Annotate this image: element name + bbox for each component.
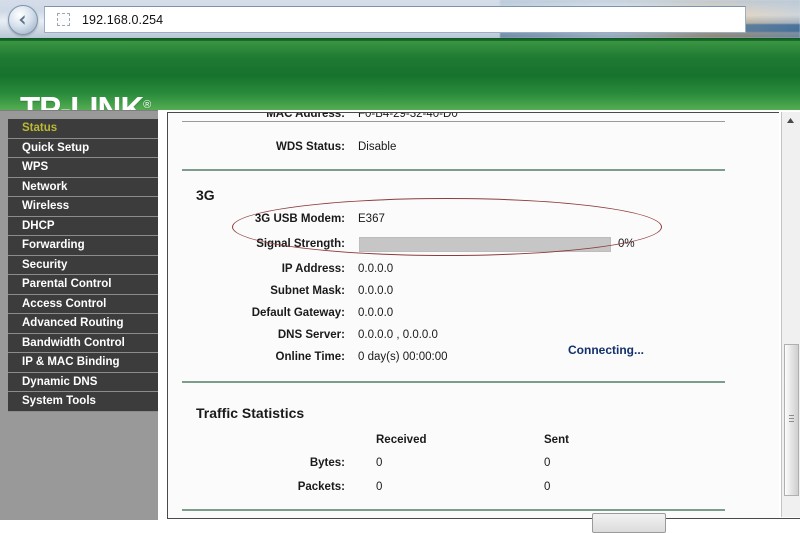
online-time-label: Online Time: bbox=[275, 351, 345, 363]
sidebar-item-forwarding[interactable]: Forwarding bbox=[8, 236, 158, 256]
sidebar-item-wps[interactable]: WPS bbox=[8, 158, 158, 178]
sidebar-item-dhcp[interactable]: DHCP bbox=[8, 216, 158, 236]
tplink-logo: TP-LINK® bbox=[20, 90, 151, 110]
sidebar-item-label: Advanced Routing bbox=[22, 317, 124, 329]
ip-address-label: IP Address: bbox=[281, 263, 345, 275]
section-divider-3g bbox=[182, 169, 725, 171]
wds-status-value: Disable bbox=[358, 141, 397, 153]
browser-chrome: 192.168.0.254 bbox=[0, 0, 800, 38]
row-underline bbox=[182, 121, 725, 122]
traffic-bytes-sent: 0 bbox=[544, 457, 551, 469]
mac-address-label: MAC Address: bbox=[266, 113, 345, 120]
sidebar: Status Quick Setup WPS Network Wireless … bbox=[0, 110, 158, 520]
address-input-text[interactable]: 192.168.0.254 bbox=[82, 13, 163, 27]
sidebar-item-label: System Tools bbox=[22, 395, 96, 407]
traffic-column-received: Received bbox=[376, 434, 427, 446]
sidebar-item-dynamic-dns[interactable]: Dynamic DNS bbox=[8, 372, 158, 392]
sidebar-item-label: Access Control bbox=[22, 297, 107, 310]
dns-server-value: 0.0.0.0 , 0.0.0.0 bbox=[358, 329, 438, 341]
sidebar-item-parental-control[interactable]: Parental Control bbox=[8, 275, 158, 295]
sidebar-item-label: Quick Setup bbox=[22, 141, 90, 154]
address-bar[interactable]: 192.168.0.254 bbox=[44, 6, 746, 33]
online-time-value: 0 day(s) 00:00:00 bbox=[358, 351, 448, 363]
section-title-3g: 3G bbox=[196, 187, 215, 203]
sidebar-item-label: Forwarding bbox=[22, 239, 85, 251]
sidebar-item-label: Network bbox=[22, 180, 68, 193]
section-title-traffic: Traffic Statistics bbox=[196, 405, 305, 421]
traffic-column-sent: Sent bbox=[544, 434, 569, 446]
sidebar-item-access-control[interactable]: Access Control bbox=[8, 294, 158, 314]
refresh-button-partial[interactable] bbox=[592, 513, 666, 533]
registered-trademark-icon: ® bbox=[143, 99, 152, 110]
sidebar-item-label: Parental Control bbox=[22, 278, 112, 290]
sidebar-menu: Status Quick Setup WPS Network Wireless … bbox=[8, 119, 158, 412]
sidebar-item-label: Status bbox=[22, 122, 58, 134]
signal-strength-percent: 0% bbox=[618, 238, 635, 250]
sidebar-item-label: Bandwidth Control bbox=[22, 336, 125, 349]
sidebar-item-advanced-routing[interactable]: Advanced Routing bbox=[8, 314, 158, 334]
sidebar-item-label: Dynamic DNS bbox=[22, 375, 98, 388]
traffic-packets-sent: 0 bbox=[544, 481, 551, 493]
sidebar-item-quick-setup[interactable]: Quick Setup bbox=[8, 138, 158, 158]
ip-address-value: 0.0.0.0 bbox=[358, 263, 394, 275]
content-panel: MAC Address: F0-B4-29-32-40-D0 WDS Statu… bbox=[167, 112, 800, 519]
sidebar-item-network[interactable]: Network bbox=[8, 177, 158, 197]
page-body: Status Quick Setup WPS Network Wireless … bbox=[0, 110, 800, 520]
traffic-packets-received: 0 bbox=[376, 481, 383, 493]
wds-status-label: WDS Status: bbox=[276, 141, 345, 153]
traffic-packets-label: Packets: bbox=[297, 481, 345, 493]
default-gateway-value: 0.0.0.0 bbox=[358, 307, 394, 319]
sidebar-item-label: IP & MAC Binding bbox=[22, 356, 120, 368]
scroll-thumb-grip-icon bbox=[789, 415, 794, 422]
vertical-scrollbar[interactable] bbox=[781, 112, 800, 517]
dns-server-label: DNS Server: bbox=[277, 329, 345, 341]
sidebar-item-system-tools[interactable]: System Tools bbox=[8, 392, 158, 412]
sidebar-item-label: Wireless bbox=[22, 200, 70, 212]
scroll-up-arrow-icon[interactable] bbox=[782, 112, 799, 128]
sidebar-item-security[interactable]: Security bbox=[8, 255, 158, 275]
default-gateway-label: Default Gateway: bbox=[251, 307, 345, 319]
traffic-bytes-label: Bytes: bbox=[309, 457, 345, 469]
mac-address-value: F0-B4-29-32-40-D0 bbox=[358, 113, 458, 120]
sidebar-item-ip-mac-binding[interactable]: IP & MAC Binding bbox=[8, 353, 158, 373]
subnet-mask-value: 0.0.0.0 bbox=[358, 285, 394, 297]
signal-strength-bar-track bbox=[359, 237, 611, 252]
section-divider-bottom bbox=[182, 509, 725, 511]
sidebar-item-label: DHCP bbox=[22, 219, 55, 232]
subnet-mask-label: Subnet Mask: bbox=[270, 285, 345, 297]
sidebar-item-status[interactable]: Status bbox=[8, 119, 158, 139]
sidebar-item-bandwidth-control[interactable]: Bandwidth Control bbox=[8, 333, 158, 353]
usb-modem-value: E367 bbox=[358, 213, 385, 225]
tplink-header-banner: TP-LINK® bbox=[0, 38, 800, 110]
scrollbar-thumb[interactable] bbox=[784, 344, 799, 496]
back-arrow-icon bbox=[15, 12, 31, 28]
status-page-content: MAC Address: F0-B4-29-32-40-D0 WDS Statu… bbox=[168, 113, 780, 518]
sidebar-item-wireless[interactable]: Wireless bbox=[8, 197, 158, 217]
sidebar-item-label: Security bbox=[22, 258, 68, 271]
usb-modem-label: 3G USB Modem: bbox=[254, 213, 345, 225]
traffic-bytes-received: 0 bbox=[376, 457, 383, 469]
signal-strength-meter: 0% bbox=[168, 237, 780, 254]
tplink-logo-text: TP-LINK bbox=[20, 90, 144, 110]
sidebar-item-label: WPS bbox=[22, 161, 49, 173]
connection-status-text: Connecting... bbox=[568, 343, 644, 357]
browser-back-button[interactable] bbox=[8, 5, 38, 35]
favicon-placeholder-icon bbox=[57, 13, 70, 26]
section-divider-traffic bbox=[182, 381, 725, 383]
